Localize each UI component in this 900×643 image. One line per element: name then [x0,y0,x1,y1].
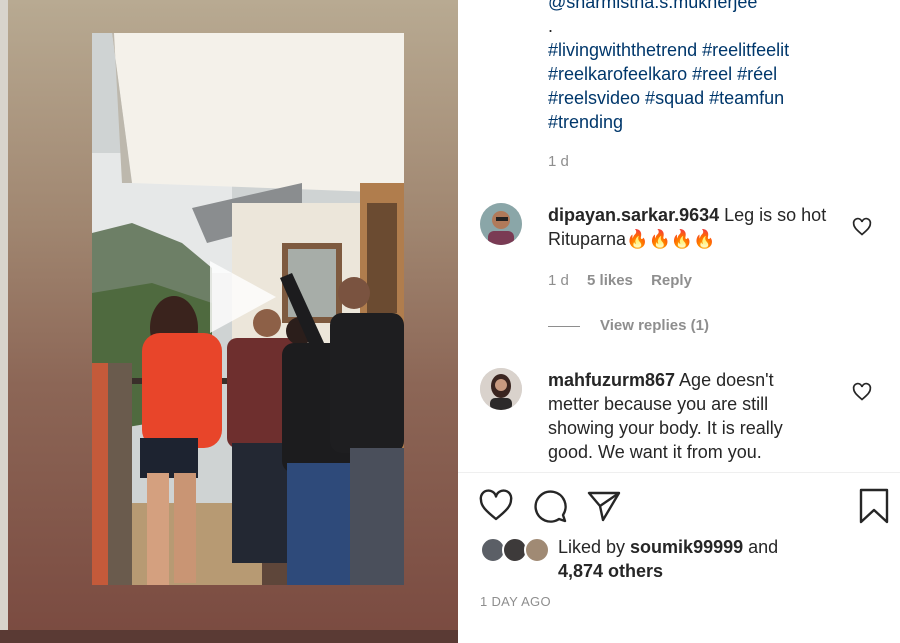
play-icon[interactable] [196,255,280,339]
comment-content-2: metter because you are still [548,394,769,414]
post-date[interactable]: 1 DAY AGO [480,594,551,609]
caption-hashtags-2[interactable]: #reelkarofeelkaro #reel #réel [548,62,888,86]
caption: @sharmistha.s.mukherjee . #livingwiththe… [548,0,888,134]
comment-content: Age doesn't [675,370,774,390]
post-details-panel: @sharmistha.s.mukherjee . #livingwiththe… [458,0,900,643]
likes-text[interactable]: Liked by soumik99999 and 4,874 others [558,535,778,583]
view-replies-button[interactable]: View replies (1) [548,317,709,334]
likes-summary: Liked by soumik99999 and 4,874 others [480,535,900,585]
caption-dot: . [548,16,554,36]
media-bottom-edge [0,630,458,643]
section-divider [458,472,900,473]
view-replies-label: View replies (1) [600,317,709,334]
likes-prefix: Liked by [558,537,631,557]
comment-meta: 1 d 5 likes Reply [548,272,706,289]
action-bar [458,488,900,528]
caption-mention[interactable]: @sharmistha.s.mukherjee [548,0,888,14]
comment-content-4: good. We want it from you. [548,442,762,462]
liker-username[interactable]: soumik99999 [630,537,743,557]
comment-username[interactable]: dipayan.sarkar.9634 [548,205,719,225]
caption-hashtags-3[interactable]: #reelsvideo #squad #teamfun [548,86,888,110]
send-icon[interactable] [586,488,622,524]
bookmark-icon[interactable] [856,488,892,524]
comment-content-3: showing your body. It is really [548,418,783,438]
comment-text: dipayan.sarkar.9634 Leg is so hot Ritupa… [548,203,848,251]
comment-item: dipayan.sarkar.9634 Leg is so hot Ritupa… [480,203,890,313]
comment-likes[interactable]: 5 likes [587,272,633,289]
comment-content: Leg is so hot [719,205,827,225]
liker-avatar[interactable] [524,537,550,563]
comment-like-heart-icon[interactable] [852,382,872,402]
heart-icon[interactable] [478,488,514,524]
likes-and: and [743,537,779,557]
comment-text: mahfuzurm867 Age doesn't metter because … [548,368,848,464]
likes-others[interactable]: 4,874 others [558,561,663,581]
comment-content-2: Rituparna🔥🔥🔥🔥 [548,229,716,249]
caption-hashtags-4[interactable]: #trending [548,110,888,134]
comment-like-heart-icon[interactable] [852,217,872,237]
comment-item: mahfuzurm867 Age doesn't metter because … [480,368,890,470]
comment-icon[interactable] [532,488,568,524]
post-media [0,0,458,643]
comments-scroll-area[interactable]: @sharmistha.s.mukherjee . #livingwiththe… [458,0,900,470]
reply-button[interactable]: Reply [651,272,692,289]
caption-hashtags-1[interactable]: #livingwiththetrend #reelitfeelit [548,38,888,62]
caption-time[interactable]: 1 d [548,153,569,170]
media-edge [0,0,8,643]
comment-username[interactable]: mahfuzurm867 [548,370,675,390]
comment-time[interactable]: 1 d [548,272,569,289]
avatar[interactable] [480,203,522,245]
replies-dash [548,325,580,327]
avatar[interactable] [480,368,522,410]
